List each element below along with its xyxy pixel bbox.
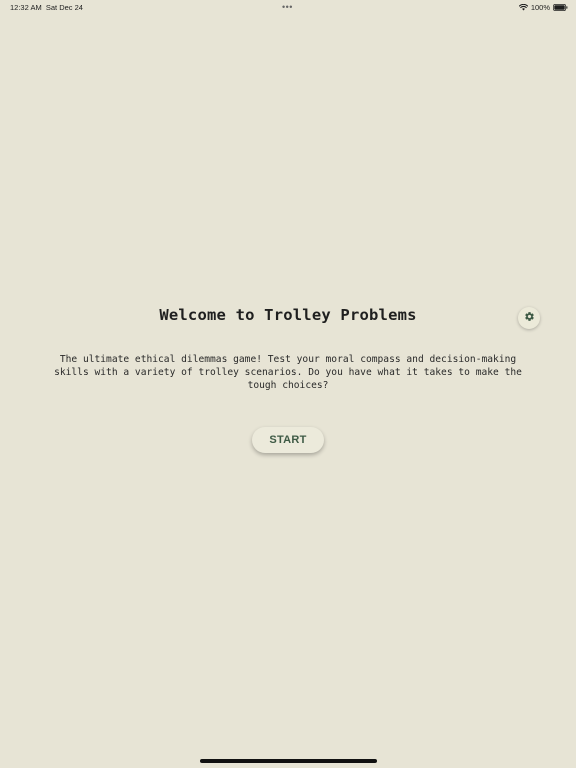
- multitasking-dots[interactable]: •••: [282, 2, 293, 12]
- page-title: Welcome to Trolley Problems: [159, 306, 417, 324]
- settings-button[interactable]: [518, 307, 540, 329]
- status-indicators: 100%: [518, 2, 568, 12]
- home-indicator[interactable]: [200, 759, 377, 763]
- start-button[interactable]: START: [252, 427, 324, 453]
- intro-description: The ultimate ethical dilemmas game! Test…: [54, 354, 522, 391]
- battery-percentage: 100%: [530, 3, 550, 12]
- status-clock: 12:32 AM: [10, 3, 42, 12]
- status-bar: 12:32 AM Sat Dec 24 ••• 100%: [0, 0, 576, 14]
- wifi-icon: [518, 3, 528, 11]
- status-time: 12:32 AM Sat Dec 24: [10, 3, 83, 12]
- gear-icon: [524, 309, 535, 327]
- app-screen: 12:32 AM Sat Dec 24 ••• 100% Welcome to …: [0, 0, 576, 768]
- start-button-label: START: [269, 434, 307, 446]
- battery-icon: [553, 3, 568, 11]
- status-date: Sat Dec 24: [45, 3, 83, 12]
